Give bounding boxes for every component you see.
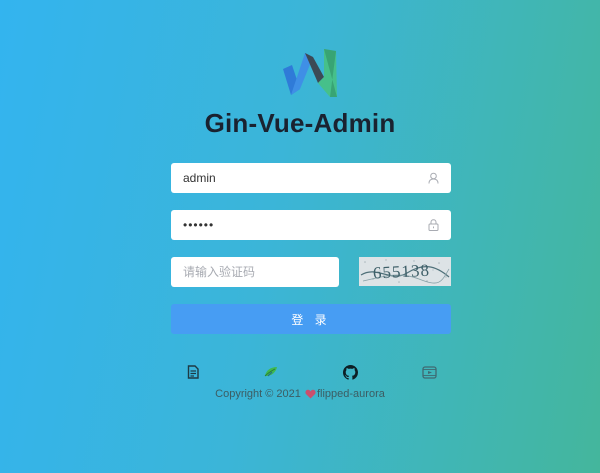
- captcha-text: 655138: [373, 261, 431, 283]
- footer-links: [0, 364, 600, 382]
- app-title: Gin-Vue-Admin: [204, 108, 396, 138]
- username-input[interactable]: [183, 163, 427, 193]
- password-input[interactable]: [183, 210, 427, 240]
- copyright: Copyright © 2021 flipped-aurora: [0, 388, 600, 402]
- lock-icon: [427, 219, 439, 231]
- login-button[interactable]: 登 录: [171, 304, 451, 334]
- document-icon[interactable]: [185, 364, 201, 380]
- captcha-field[interactable]: [171, 257, 339, 287]
- vue-leaf-icon[interactable]: [263, 364, 279, 380]
- password-field[interactable]: [171, 210, 451, 240]
- github-icon[interactable]: [342, 364, 358, 380]
- app-logo: [280, 47, 340, 99]
- user-icon: [427, 172, 439, 184]
- username-field[interactable]: [171, 163, 451, 193]
- copyright-text: Copyright © 2021: [215, 388, 301, 400]
- video-icon[interactable]: [421, 364, 437, 380]
- author-link[interactable]: flipped-aurora: [317, 388, 385, 400]
- captcha-input[interactable]: [183, 257, 338, 287]
- captcha-image[interactable]: 655138: [359, 257, 451, 286]
- heart-icon: [305, 389, 316, 402]
